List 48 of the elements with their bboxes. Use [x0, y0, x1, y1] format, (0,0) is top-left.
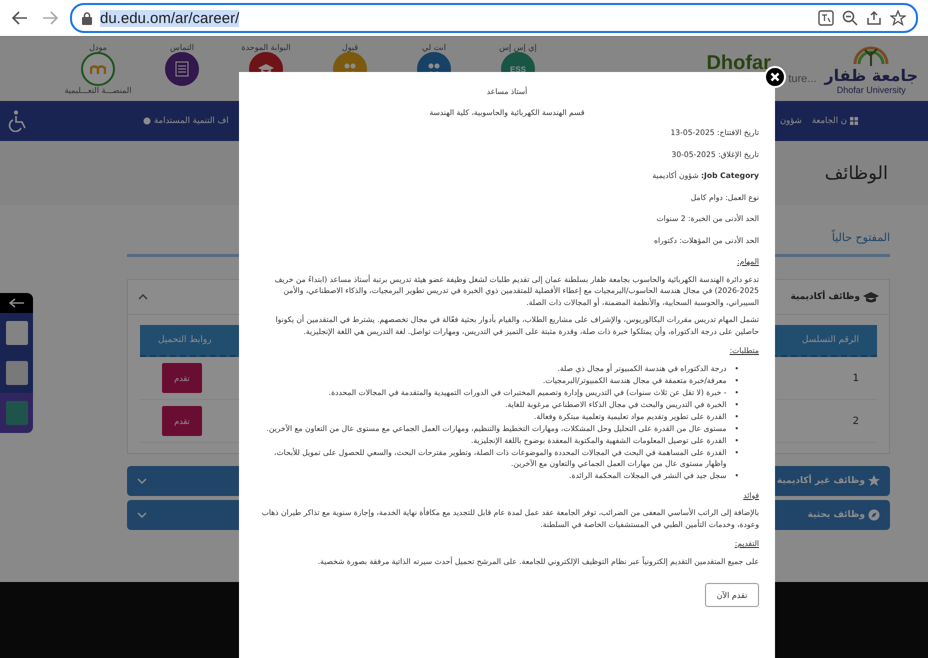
table-cell: 1	[852, 372, 859, 384]
shortcut-label[interactable]: إي إس إس	[499, 43, 537, 52]
badge-image-placeholder[interactable]	[6, 361, 28, 385]
accordion-title[interactable]: وظائف غير أكاديمية	[776, 476, 865, 486]
column-header: الرقم التسلسل	[802, 335, 859, 345]
star-icon	[868, 475, 880, 487]
accordion-title[interactable]: وظائف أكاديمية	[790, 292, 860, 302]
shortcut-label[interactable]: البوابة الموحدة	[241, 43, 291, 52]
column-header: روابط التحميل	[158, 335, 212, 345]
arrow-left-icon	[8, 298, 24, 308]
logo-arabic-text: جامعة ظفار	[824, 66, 918, 84]
logo-tagline: ture...	[788, 73, 816, 85]
shortcut-caption[interactable]: المنصـــة التعـــليمية	[64, 86, 132, 95]
shortcut-label[interactable]: التماس	[170, 43, 194, 52]
address-bar[interactable]: du.edu.om/ar/career/	[70, 3, 918, 33]
nav-item[interactable]: اف التنمية المستدامة	[143, 116, 229, 126]
close-icon	[770, 72, 780, 82]
page-title: الوظائف	[824, 162, 888, 184]
checklist-icon[interactable]	[165, 52, 199, 86]
tree-logo-icon	[851, 44, 892, 66]
shortcut-label[interactable]: انت لي	[422, 43, 446, 52]
nav-item[interactable]: ن الجامعة	[812, 116, 858, 126]
accessibility-icon[interactable]	[8, 110, 28, 132]
star-icon[interactable]	[890, 10, 906, 26]
back-arrow-button[interactable]	[0, 293, 33, 313]
accordion-title[interactable]: وظائف بحثية	[808, 510, 865, 520]
nav-item[interactable]: شؤون	[780, 116, 802, 126]
share-icon[interactable]	[866, 10, 882, 26]
grid-icon	[850, 117, 858, 125]
logo-text: Dhofar	[706, 53, 772, 73]
compass-icon	[868, 509, 880, 521]
shortcut-label[interactable]: مودل	[89, 43, 107, 52]
translate-icon[interactable]	[818, 10, 834, 26]
table-cell: 2	[852, 416, 859, 426]
logo-subtitle: Dhofar University	[836, 84, 906, 94]
moodle-icon[interactable]	[81, 52, 115, 86]
chevron-down-icon	[137, 478, 147, 484]
shortcut-label[interactable]: قبول	[342, 43, 358, 52]
apply-button[interactable]: تقدم	[162, 363, 202, 393]
badge-image-placeholder[interactable]	[6, 321, 28, 345]
chevron-up-icon	[138, 294, 148, 300]
zoom-icon[interactable]	[842, 10, 858, 26]
apply-button[interactable]: تقدم	[162, 406, 202, 436]
graduation-cap-icon	[863, 292, 879, 302]
apply-now-button[interactable]: تقدم الآن	[705, 583, 759, 607]
lock-icon	[82, 12, 92, 24]
chevron-down-icon	[137, 512, 147, 518]
url-text: du.edu.om/ar/career/	[100, 10, 240, 26]
